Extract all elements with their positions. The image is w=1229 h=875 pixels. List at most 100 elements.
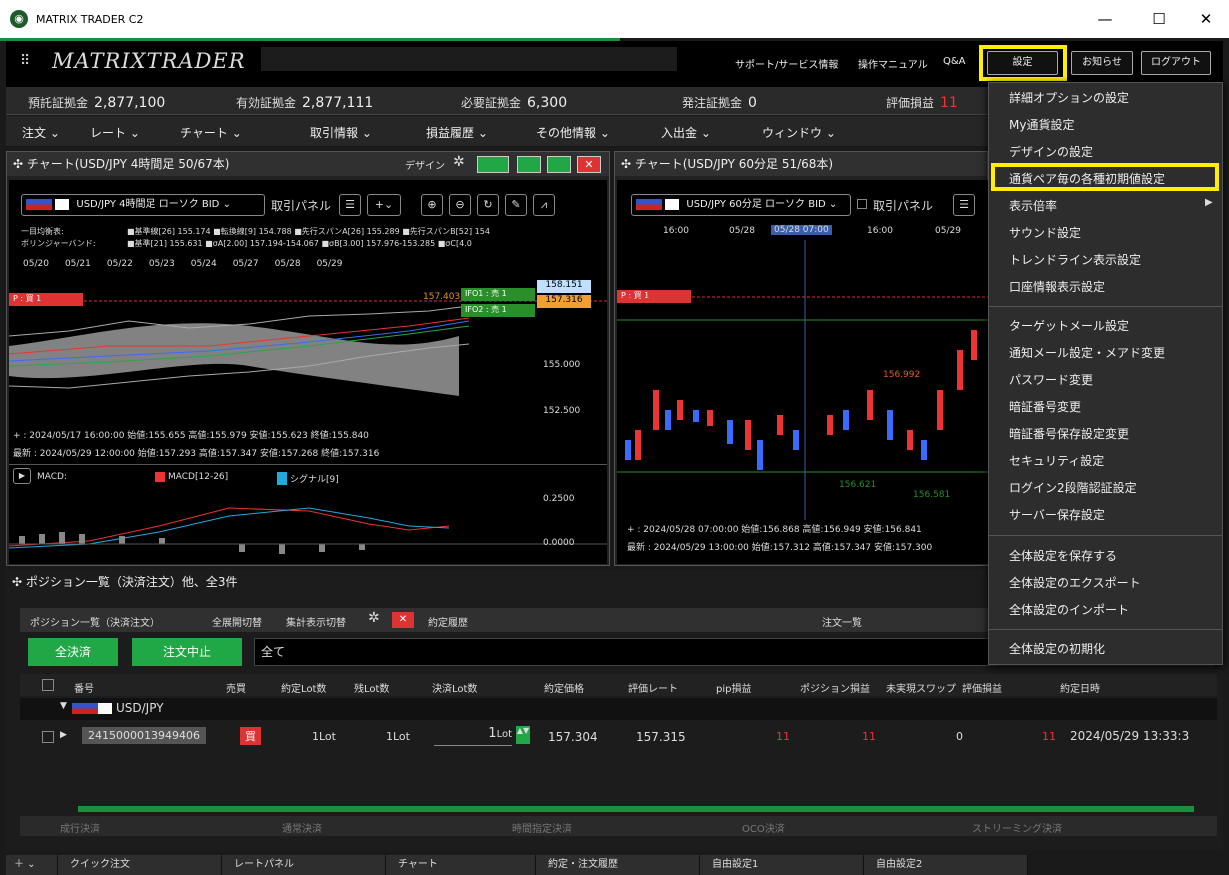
ifo1-label[interactable]: IFO1 : 売 1 [461,288,535,301]
expand-toggle[interactable]: 全展開切替 [212,614,262,629]
menu-item-pair-defaults[interactable]: 通貨ペア毎の各種初期値設定 [1009,170,1165,187]
menu-item-design[interactable]: デザインの設定 [1009,143,1093,160]
maximize-panel-icon[interactable] [547,156,571,173]
col-header[interactable]: pip損益 [716,680,751,695]
history-tab[interactable]: 約定履歴 [428,614,468,629]
zoom-out-icon[interactable]: ⊖ [449,194,471,216]
close-panel-icon[interactable]: ✕ [392,612,414,628]
gear-icon[interactable]: ✲ [368,610,380,626]
col-header[interactable]: ポジション損益 [800,680,870,695]
menu-item-target-mail[interactable]: ターゲットメール設定 [1009,317,1129,334]
close-button[interactable]: ✕ [1183,0,1229,38]
logout-button[interactable]: ログアウト [1141,51,1211,75]
support-link[interactable]: サポート/サービス情報 [735,56,838,71]
oco-settle-tab[interactable]: OCO決済 [742,820,785,835]
menu-item-save-all[interactable]: 全体設定を保存する [1009,547,1117,564]
crosshair-icon[interactable]: +⌄ [367,194,401,216]
col-header[interactable]: 決済Lot数 [432,680,477,695]
menu-pl-history[interactable]: 損益履歴 ⌄ [426,124,488,141]
menu-other-info[interactable]: その他情報 ⌄ [536,124,610,141]
add-tab-button[interactable]: ＋ ⌄ [6,855,58,875]
menu-item-sound[interactable]: サウンド設定 [1009,224,1081,241]
add-indicator-icon[interactable]: ⩘ [533,194,555,216]
draw-icon[interactable]: ✎ [505,194,527,216]
col-header[interactable]: 評価損益 [962,680,1002,695]
menu-item-import[interactable]: 全体設定のインポート [1009,601,1129,618]
menu-item-2fa[interactable]: ログイン2段階認証設定 [1009,479,1137,496]
col-header[interactable]: 評価レート [628,680,678,695]
tab-custom1[interactable]: 自由設定1 [700,855,864,875]
tab-quick-order[interactable]: クイック注文 [58,855,222,875]
close-panel-icon[interactable]: ✕ [577,156,601,173]
table-row[interactable]: ▶ 2415000013949406 買 1Lot 1Lot 1Lot ▲▼ 1… [20,722,1217,752]
cancel-orders-button[interactable]: 注文中止 [132,638,242,666]
indicator-icon[interactable]: ☰ [339,194,361,216]
menu-item-zoom[interactable]: 表示倍率 [1009,197,1057,214]
chart-area[interactable]: USD/JPY 4時間足 ローソク BID ⌄ 取引パネル ☰ +⌄ ⊕ ⊖ ↻… [9,180,607,564]
col-header[interactable]: 約定日時 [1060,680,1100,695]
col-header[interactable]: 売買 [226,680,246,695]
minimize-button[interactable]: — [1082,0,1128,38]
qa-link[interactable]: Q&A [943,56,966,67]
summary-toggle[interactable]: 集計表示切替 [286,614,346,629]
expand-row-icon[interactable]: ▶ [60,730,67,740]
menu-item-pin-save[interactable]: 暗証番号保存設定変更 [1009,425,1129,442]
chart-area[interactable]: USD/JPY 60分足 ローソク BID ⌄ 取引パネル ☰ 16:00 05… [617,180,989,564]
menu-item-password[interactable]: パスワード変更 [1009,371,1093,388]
menu-item-my-currency[interactable]: My通貨設定 [1009,116,1074,133]
menu-item-security[interactable]: セキュリティ設定 [1009,452,1104,469]
minimize-panel-icon[interactable] [517,156,541,173]
streaming-settle-tab[interactable]: ストリーミング決済 [972,820,1062,835]
menu-deposit[interactable]: 入出金 ⌄ [661,124,711,141]
select-all-checkbox[interactable] [42,679,54,691]
collapse-icon[interactable]: ▼ [60,701,67,711]
manual-link[interactable]: 操作マニュアル [858,56,928,71]
col-header[interactable]: 番号 [74,680,94,695]
timed-settle-tab[interactable]: 時間指定決済 [512,820,572,835]
menu-item-reset-all[interactable]: 全体設定の初期化 [1009,640,1105,657]
menu-item-export[interactable]: 全体設定のエクスポート [1009,574,1141,591]
menu-chart[interactable]: チャート ⌄ [180,124,242,141]
menu-trade-info[interactable]: 取引情報 ⌄ [310,124,372,141]
menu-item-server-save[interactable]: サーバー保存設定 [1009,506,1105,523]
menu-item-pin[interactable]: 暗証番号変更 [1009,398,1081,415]
settings-button[interactable]: 設定 [987,51,1058,75]
refresh-icon[interactable]: ↻ [477,194,499,216]
col-header[interactable]: 約定Lot数 [281,680,326,695]
menu-item-detail-options[interactable]: 詳細オプションの設定 [1009,89,1129,106]
ifo2-label[interactable]: IFO2 : 売 1 [461,304,535,317]
menu-item-notify-mail[interactable]: 通知メール設定・メアド変更 [1009,344,1165,361]
menu-order[interactable]: 注文 ⌄ [22,124,60,141]
tab-custom2[interactable]: 自由設定2 [864,855,1028,875]
col-header[interactable]: 未実現スワップ [886,680,956,695]
play-icon[interactable]: ▶ [13,468,31,484]
maximize-button[interactable]: ☐ [1136,0,1182,38]
trade-panel-checkbox[interactable] [857,199,867,209]
tab-rate-panel[interactable]: レートパネル [222,855,386,875]
menu-item-trendline[interactable]: トレンドライン表示設定 [1009,251,1141,268]
layout-icon[interactable] [477,156,509,173]
scrollbar[interactable] [78,806,1194,812]
news-button[interactable]: お知らせ [1071,51,1133,75]
tab-chart[interactable]: チャート [386,855,536,875]
indicator-icon[interactable]: ☰ [953,194,975,216]
gear-icon[interactable]: ✲ [453,154,465,170]
group-row[interactable]: ▼ USD/JPY [20,698,1217,720]
menu-rate[interactable]: レート ⌄ [90,124,140,141]
pair-select[interactable]: USD/JPY 4時間足 ローソク BID ⌄ [21,194,265,216]
menu-item-account-info[interactable]: 口座情報表示設定 [1009,278,1105,295]
orders-tab[interactable]: 注文一覧 [822,614,862,629]
market-settle-tab[interactable]: 成行決済 [60,820,100,835]
col-header[interactable]: 約定価格 [544,680,584,695]
zoom-in-icon[interactable]: ⊕ [421,194,443,216]
pair-select[interactable]: USD/JPY 60分足 ローソク BID ⌄ [631,194,851,216]
col-header[interactable]: 残Lot数 [354,680,389,695]
menu-window[interactable]: ウィンドウ ⌄ [762,124,836,141]
row-checkbox[interactable] [42,731,54,743]
lot-stepper[interactable]: ▲▼ [516,726,530,744]
normal-settle-tab[interactable]: 通常決済 [282,820,322,835]
tab-history[interactable]: 約定・注文履歴 [536,855,700,875]
settle-all-button[interactable]: 全決済 [28,638,118,666]
settle-lot-input[interactable]: 1Lot [434,726,512,746]
position-tab[interactable]: ポジション一覧（決済注文） [30,614,160,629]
